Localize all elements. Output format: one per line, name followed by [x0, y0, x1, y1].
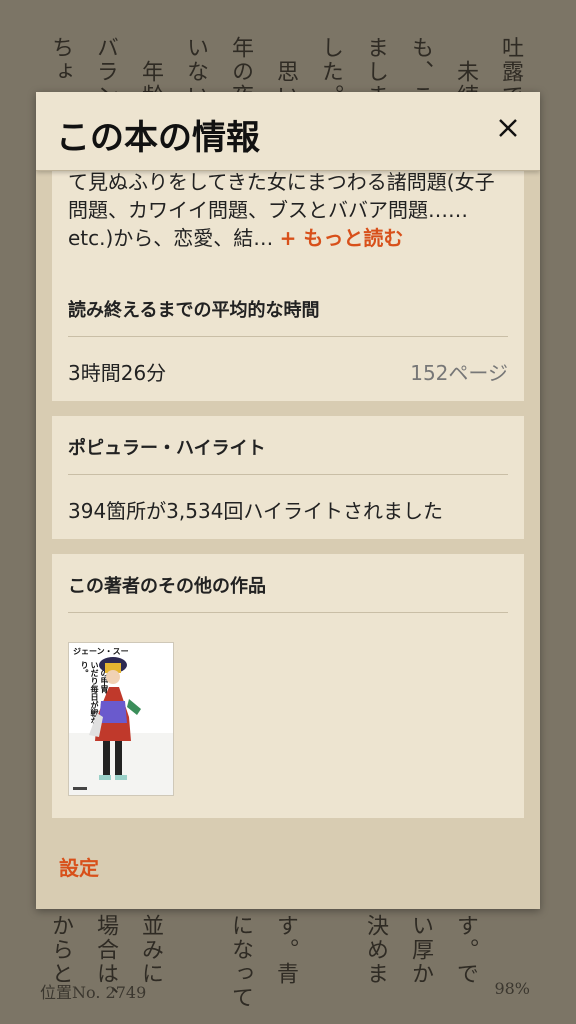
- divider: [68, 612, 508, 613]
- reading-time-value: 3時間26分: [68, 361, 167, 385]
- text-column: 決めま: [363, 914, 388, 986]
- divider: [68, 474, 508, 475]
- dialog-header: この本の情報: [36, 92, 540, 171]
- progress-percent: 98%: [494, 979, 530, 998]
- divider: [68, 336, 508, 337]
- popular-highlights-card[interactable]: ポピュラー・ハイライト 394箇所が3,534回ハイライトされました: [52, 416, 524, 539]
- reading-time-heading: 読み終えるまでの平均的な時間: [68, 300, 320, 321]
- text-column: ちょ: [48, 36, 73, 84]
- text-column: す。青: [273, 914, 298, 986]
- read-more-link[interactable]: + もっと読む: [280, 226, 404, 250]
- other-books-heading: この著者のその他の作品: [68, 576, 266, 597]
- close-button[interactable]: [490, 110, 526, 146]
- page-count: 152ページ: [410, 361, 508, 385]
- text-column: 並みに: [138, 914, 163, 986]
- text-column: い厚か: [408, 914, 433, 986]
- highlights-summary: 394箇所が3,534回ハイライトされました: [68, 499, 444, 523]
- text-column: す。で: [453, 914, 478, 986]
- text-column: からと: [48, 914, 73, 986]
- reading-time-card: 読み終えるまでの平均的な時間 3時間26分 152ページ: [52, 278, 524, 401]
- popular-highlights-heading: ポピュラー・ハイライト: [68, 438, 266, 459]
- book-info-dialog: この本の情報 て見ぬふりをしてきた女にまつわる諸問題(女子問題、カワイイ問題、ブ…: [36, 92, 540, 909]
- cover-illustration: [69, 657, 173, 795]
- settings-link[interactable]: 設定: [59, 852, 99, 881]
- close-icon: [499, 119, 517, 137]
- dialog-title: この本の情報: [56, 118, 260, 158]
- location-indicator: 位置No. 2749: [40, 983, 147, 1002]
- description-text: て見ぬふりをしてきた女にまつわる諸問題(女子問題、カワイイ問題、ブスとババア問題…: [68, 168, 508, 252]
- text-column: になって: [228, 914, 253, 1010]
- book-cover[interactable]: ジェーン・スー 女の甲冑、着たり脱いだり毎日が戦なり。: [68, 642, 174, 796]
- other-books-card: この著者のその他の作品 ジェーン・スー 女の甲冑、着たり脱いだり毎日が戦なり。: [52, 554, 524, 818]
